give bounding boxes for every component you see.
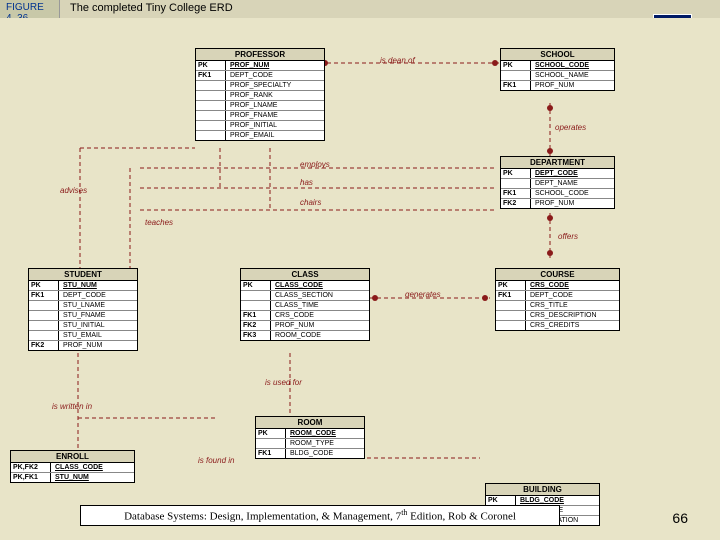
rel-is-used-for: is used for	[265, 378, 302, 387]
rel-is-dean-of: is dean of	[380, 56, 415, 65]
entity-title: COURSE	[496, 269, 619, 281]
entity-title: SCHOOL	[501, 49, 614, 61]
rel-is-found-in: is found in	[198, 456, 234, 465]
page-number: 66	[672, 510, 688, 526]
rel-advises: advises	[60, 186, 87, 195]
erd-canvas: PROFESSOR PKPROF_NUM FK1DEPT_CODE PROF_S…	[0, 18, 720, 540]
rel-has: has	[300, 178, 313, 187]
entity-title: BUILDING	[486, 484, 599, 496]
entity-title: CLASS	[241, 269, 369, 281]
footer-citation: Database Systems: Design, Implementation…	[80, 505, 560, 526]
entity-school: SCHOOL PKSCHOOL_CODE SCHOOL_NAME FK1PROF…	[500, 48, 615, 91]
entity-class: CLASS PKCLASS_CODE CLASS_SECTION CLASS_T…	[240, 268, 370, 341]
figure-title: The completed Tiny College ERD	[60, 0, 720, 18]
entity-room: ROOM PKROOM_CODE ROOM_TYPE FK1BLDG_CODE	[255, 416, 365, 459]
rel-employs: employs	[300, 160, 330, 169]
rel-operates: operates	[555, 123, 586, 132]
rel-teaches: teaches	[145, 218, 173, 227]
entity-title: ENROLL	[11, 451, 134, 463]
rel-offers: offers	[558, 232, 578, 241]
entity-professor: PROFESSOR PKPROF_NUM FK1DEPT_CODE PROF_S…	[195, 48, 325, 141]
entity-student: STUDENT PKSTU_NUM FK1DEPT_CODE STU_LNAME…	[28, 268, 138, 351]
rel-generates: generates	[405, 290, 441, 299]
entity-title: DEPARTMENT	[501, 157, 614, 169]
entity-department: DEPARTMENT PKDEPT_CODE DEPT_NAME FK1SCHO…	[500, 156, 615, 209]
figure-header: FIGURE 4. 36 The completed Tiny College …	[0, 0, 720, 18]
rel-is-written-in: is written in	[52, 402, 92, 411]
rel-chairs: chairs	[300, 198, 321, 207]
entity-course: COURSE PKCRS_CODE FK1DEPT_CODE CRS_TITLE…	[495, 268, 620, 331]
entity-title: PROFESSOR	[196, 49, 324, 61]
entity-title: ROOM	[256, 417, 364, 429]
figure-label: FIGURE 4. 36	[0, 0, 60, 18]
entity-enroll: ENROLL PK,FK2CLASS_CODE PK,FK1STU_NUM	[10, 450, 135, 483]
entity-title: STUDENT	[29, 269, 137, 281]
